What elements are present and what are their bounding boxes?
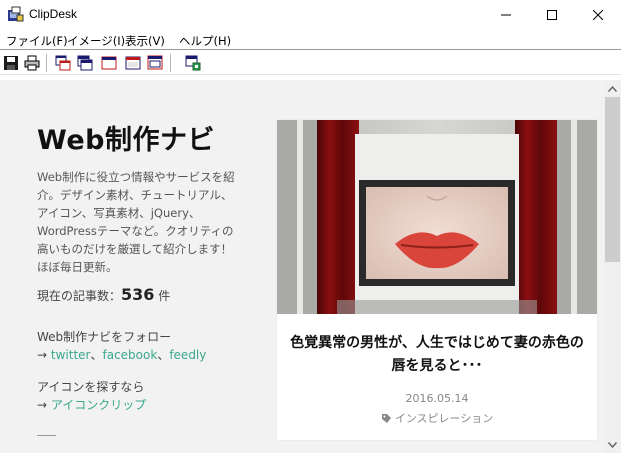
maximize-button[interactable] (529, 0, 575, 30)
site-description: Web制作に役立つ情報やサービスを紹介。デザイン素材、チュートリアル、アイコン、… (37, 170, 235, 274)
arrow: → (37, 348, 48, 362)
close-button[interactable] (575, 0, 621, 30)
clipboard-capture-button[interactable] (184, 54, 202, 72)
article-title[interactable]: 色覚異常の男性が、人生ではじめて妻の赤色の唇を見ると･･･ (289, 332, 585, 378)
iconclip-link[interactable]: アイコンクリップ (51, 398, 146, 412)
feedly-link[interactable]: feedly (169, 348, 206, 362)
icon-heading: アイコンを探すなら (37, 380, 145, 394)
window-icon (77, 55, 93, 71)
menu-image[interactable]: イメージ(I) (67, 33, 125, 49)
chevron-down-icon (608, 441, 617, 448)
separator: 、 (90, 348, 103, 362)
menu-bar: ファイル(F) イメージ(I) 表示(V) ヘルプ(H) (0, 30, 621, 50)
scroll-thumb[interactable] (605, 97, 620, 262)
web-content: Web制作ナビ Web制作に役立つ情報やサービスを紹介。デザイン素材、チュートリ… (0, 80, 604, 453)
article-card[interactable]: 色覚異常の男性が、人生ではじめて妻の赤色の唇を見ると･･･ 2016.05.14… (277, 120, 597, 440)
count-label: 現在の記事数： (37, 289, 122, 303)
separator: 、 (157, 348, 170, 362)
app-window: ClipDesk ファイル(F) イメージ(I) 表示(V) ヘルプ(H) We… (0, 0, 621, 453)
article-thumbnail[interactable] (277, 120, 597, 314)
menu-file[interactable]: ファイル(F) (6, 33, 68, 49)
window-icon (147, 55, 163, 70)
capture-region-button[interactable] (54, 54, 72, 72)
chevron-up-icon (608, 85, 617, 92)
minimize-button[interactable] (483, 0, 529, 30)
capture-desktop-button[interactable] (146, 54, 164, 72)
facebook-link[interactable]: facebook (103, 348, 158, 362)
app-icon (7, 6, 24, 23)
window-icon (55, 55, 71, 71)
title-bar: ClipDesk (0, 0, 621, 30)
window-icon (101, 56, 117, 70)
scroll-down-button[interactable] (604, 436, 621, 453)
capture-active-button[interactable] (100, 54, 118, 72)
print-button[interactable] (23, 54, 41, 72)
save-icon (4, 56, 18, 70)
tag-icon (381, 413, 392, 427)
divider (37, 435, 56, 436)
window-icon (125, 56, 141, 70)
site-title[interactable]: Web制作ナビ (37, 118, 215, 157)
toolbar (0, 51, 621, 75)
icon-links: → アイコンクリップ (37, 396, 146, 413)
close-icon (593, 10, 603, 20)
maximize-icon (547, 10, 557, 20)
article-count: 現在の記事数：536 件 (37, 285, 170, 304)
save-button[interactable] (2, 54, 20, 72)
toolbar-separator (170, 54, 171, 72)
category-label: インスピレーション (394, 412, 494, 425)
capture-icon (185, 55, 201, 71)
article-category[interactable]: インスピレーション (277, 410, 597, 427)
print-icon (24, 55, 40, 71)
count-value: 536 (121, 285, 155, 304)
menu-help[interactable]: ヘルプ(H) (179, 33, 231, 49)
menu-view[interactable]: 表示(V) (125, 33, 165, 49)
twitter-link[interactable]: twitter (51, 348, 91, 362)
follow-links: → twitter、facebook、feedly (37, 346, 206, 363)
window-title: ClipDesk (29, 7, 78, 21)
count-unit: 件 (158, 289, 171, 303)
follow-heading: Web制作ナビをフォロー (37, 330, 172, 344)
article-date: 2016.05.14 (405, 392, 469, 405)
scroll-up-button[interactable] (604, 80, 621, 97)
toolbar-separator (46, 54, 47, 72)
minimize-icon (501, 14, 511, 16)
vertical-scrollbar[interactable] (604, 80, 621, 453)
capture-window-button[interactable] (76, 54, 94, 72)
arrow: → (37, 398, 48, 412)
capture-client-button[interactable] (124, 54, 142, 72)
